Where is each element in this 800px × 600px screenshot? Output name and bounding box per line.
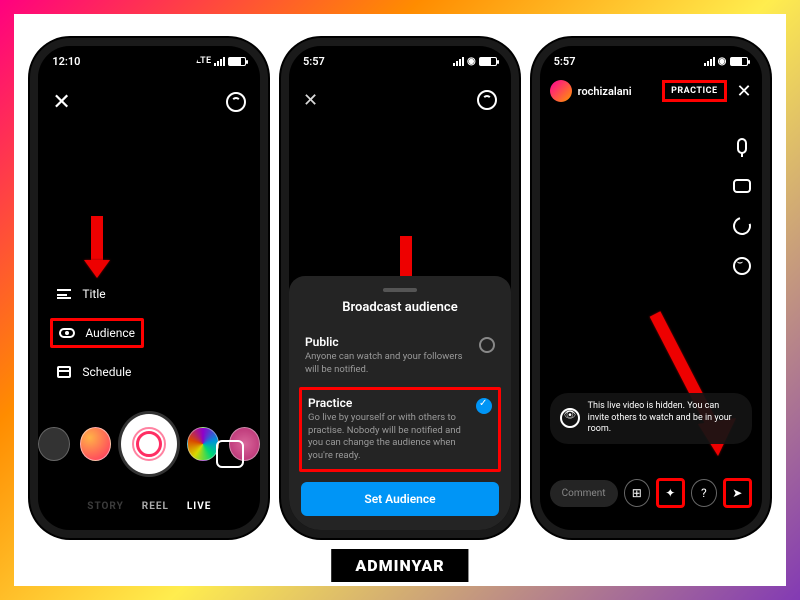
broadcast-audience-sheet: Broadcast audience Public Anyone can wat… (289, 276, 511, 530)
screen-content: rochizalani PRACTICE ✕ This live video (540, 46, 762, 530)
microphone-icon[interactable] (732, 136, 752, 156)
signal-icon (214, 57, 225, 66)
screen-content: ✕ Broadcast audience Public Anyone can w… (289, 46, 511, 530)
eye-icon (59, 325, 75, 341)
title-label: Title (82, 287, 105, 301)
watermark: ADMINYAR (331, 549, 468, 582)
top-bar: ✕ (38, 80, 260, 124)
title-icon (56, 286, 72, 302)
practice-label: Practice (308, 396, 466, 410)
schedule-option[interactable]: Schedule (50, 360, 144, 384)
phone-2: 5:57 ◉ ✕ Broadcast audience (281, 38, 519, 538)
screen-content: ✕ Title Audience Schedule (38, 46, 260, 530)
notch (99, 46, 199, 68)
battery-icon (479, 57, 497, 66)
wifi-icon: ◉ (718, 56, 727, 67)
effects-icon[interactable] (732, 256, 752, 276)
visibility-icon (560, 408, 580, 428)
add-guest-icon[interactable]: ⊞ (624, 479, 650, 507)
radio-unchecked-icon (479, 337, 495, 353)
filter-2[interactable] (80, 427, 112, 461)
status-right: ◉ (704, 56, 748, 67)
practice-badge: PRACTICE (662, 80, 726, 102)
share-icon[interactable]: ➤ (723, 478, 752, 508)
annotation-arrow (84, 216, 110, 278)
close-icon[interactable]: ✕ (303, 90, 318, 111)
filter-3[interactable] (187, 427, 219, 461)
tab-live[interactable]: LIVE (187, 501, 212, 512)
clock: 5:57 (303, 55, 325, 68)
close-icon[interactable]: ✕ (737, 81, 752, 102)
battery-icon (228, 57, 246, 66)
public-label: Public (305, 335, 469, 349)
phone-1: 12:10 LTE ✕ Title (30, 38, 268, 538)
avatar[interactable] (550, 80, 572, 102)
public-desc: Anyone can watch and your followers will… (305, 351, 469, 377)
option-practice[interactable]: Practice Go live by yourself or with oth… (299, 387, 501, 472)
settings-icon[interactable] (477, 90, 497, 110)
question-icon[interactable]: ? (691, 479, 717, 507)
comment-input[interactable]: Comment (550, 480, 618, 507)
status-right: LTE (196, 56, 246, 66)
filter-1[interactable] (38, 427, 70, 461)
live-options-menu: Title Audience Schedule (50, 282, 144, 384)
title-option[interactable]: Title (50, 282, 144, 306)
live-header: rochizalani PRACTICE ✕ (540, 80, 762, 102)
live-side-toolbar (732, 136, 752, 276)
schedule-label: Schedule (82, 365, 131, 379)
camera-icon[interactable] (732, 176, 752, 196)
signal-icon (704, 57, 715, 66)
camera-mode-tabs: STORY REEL LIVE (38, 501, 260, 512)
sheet-title: Broadcast audience (301, 300, 499, 315)
radio-checked-icon (476, 398, 492, 414)
clock: 12:10 (52, 55, 80, 68)
tab-reel[interactable]: REEL (142, 501, 169, 512)
status-right: ◉ (453, 56, 497, 67)
wifi-icon: ◉ (467, 56, 476, 67)
audience-label: Audience (85, 326, 135, 340)
phone-3: 5:57 ◉ rochizalani PRACTICE ✕ (532, 38, 770, 538)
calendar-icon (56, 364, 72, 380)
flip-camera-icon[interactable] (732, 216, 752, 236)
option-public[interactable]: Public Anyone can watch and your followe… (301, 327, 499, 385)
tutorial-stage: 12:10 LTE ✕ Title (14, 14, 786, 586)
settings-icon[interactable] (226, 92, 246, 112)
practice-desc: Go live by yourself or with others to pr… (308, 412, 466, 463)
username[interactable]: rochizalani (578, 85, 656, 98)
live-bottom-bar: Comment ⊞ ✦ ? ➤ (550, 478, 752, 508)
go-live-button[interactable] (121, 414, 177, 474)
audience-option[interactable]: Audience (50, 318, 144, 348)
notch (350, 46, 450, 68)
battery-icon (730, 57, 748, 66)
signal-icon (453, 57, 464, 66)
hidden-video-notice: This live video is hidden. You can invit… (550, 393, 752, 444)
clock: 5:57 (554, 55, 576, 68)
sheet-handle[interactable] (383, 288, 417, 292)
gallery-button[interactable] (216, 440, 244, 468)
invite-icon[interactable]: ✦ (656, 478, 685, 508)
notch (601, 46, 701, 68)
set-audience-button[interactable]: Set Audience (301, 482, 499, 516)
tab-story[interactable]: STORY (87, 501, 123, 512)
notice-text: This live video is hidden. You can invit… (588, 401, 742, 436)
close-icon[interactable]: ✕ (52, 90, 70, 115)
